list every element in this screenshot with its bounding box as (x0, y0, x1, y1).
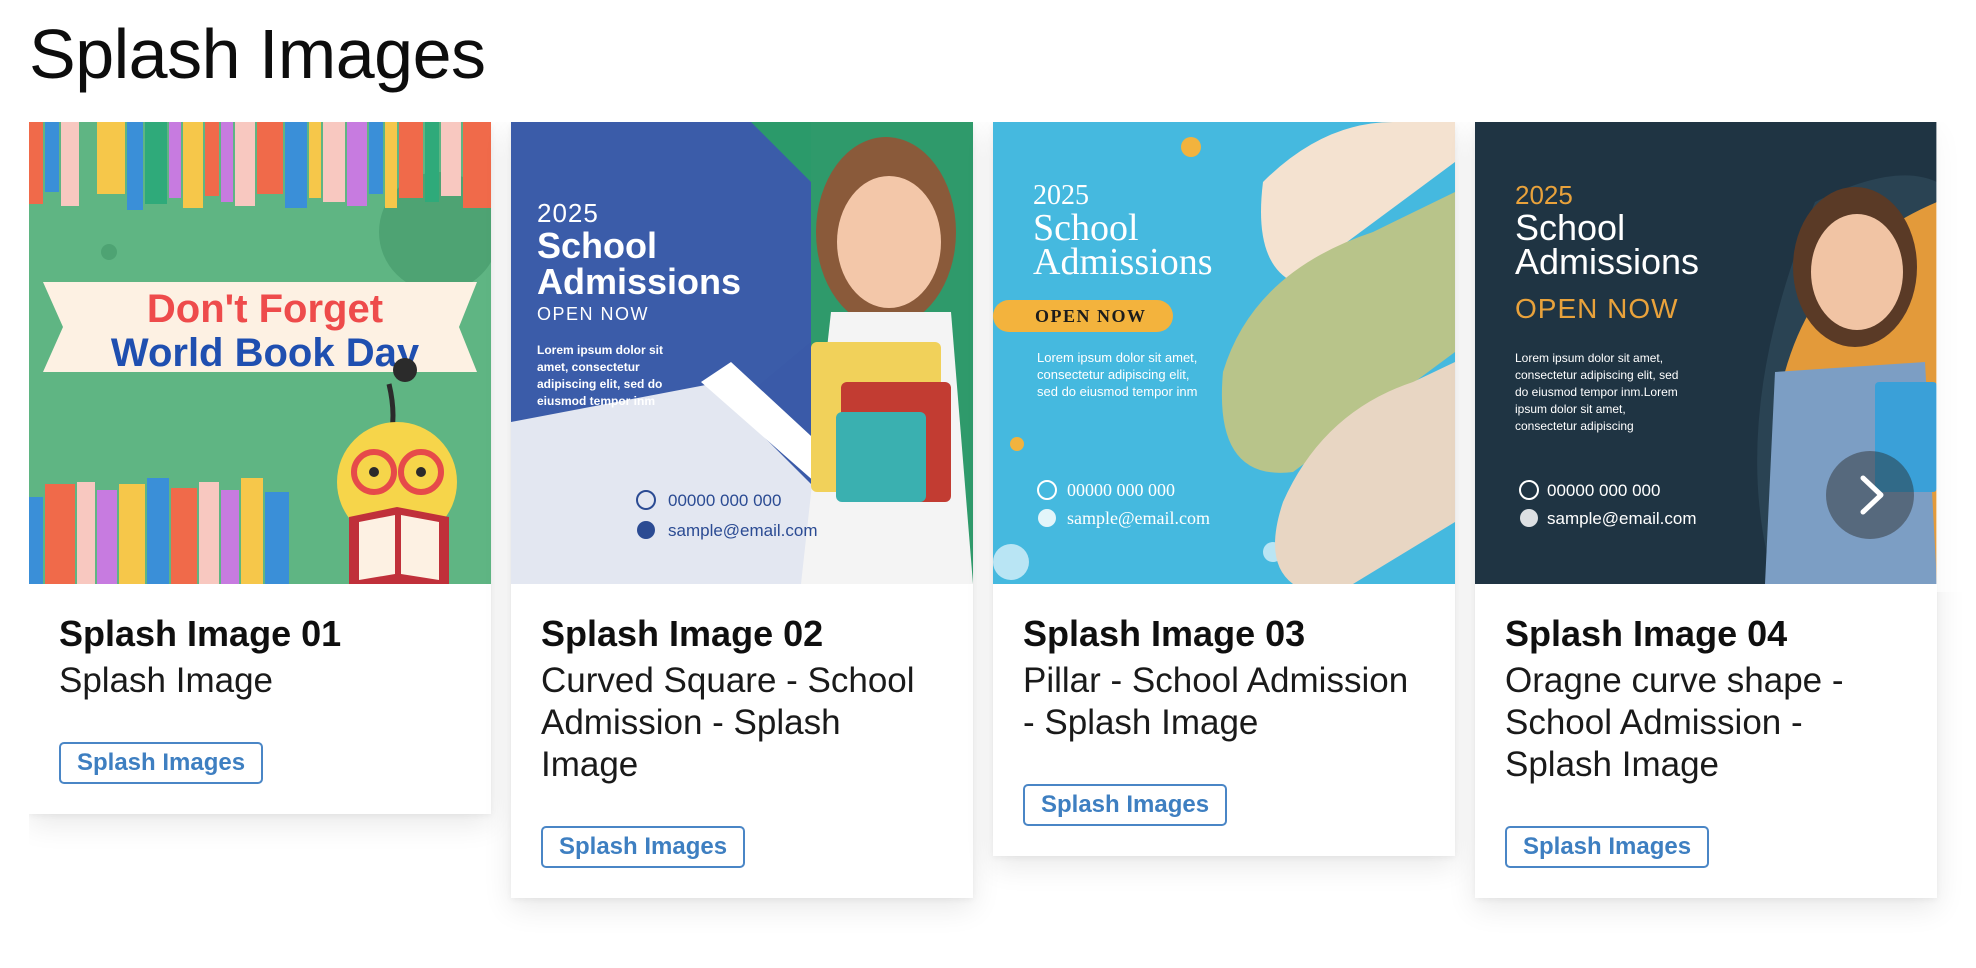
art-body-line: sed do eiusmod tempor inm (1037, 384, 1197, 399)
card-title[interactable]: Splash Image 03 (1023, 612, 1425, 656)
card-subtitle: Curved Square - School Admission - Splas… (541, 661, 915, 784)
splash-thumbnail[interactable]: 2025 School Admissions OPEN NOW Lorem ip… (993, 122, 1455, 584)
art-open-now: OPEN NOW (1515, 293, 1679, 324)
art-open-now: OPEN NOW (1035, 306, 1147, 326)
art-body-line: Lorem ipsum dolor sit (537, 343, 663, 357)
school-admission-pillar-artwork: 2025 School Admissions OPEN NOW Lorem ip… (993, 122, 1455, 584)
art-open-now: OPEN NOW (537, 304, 649, 324)
card-title[interactable]: Splash Image 02 (541, 612, 943, 656)
art-heading-2: Admissions (537, 261, 741, 302)
carousel-edge-fade (1936, 122, 1976, 592)
card-body: Splash Image 03 Pillar - School Admissio… (993, 584, 1455, 856)
carousel-next-button[interactable] (1826, 451, 1914, 539)
chevron-right-icon (1860, 475, 1884, 515)
art-email: sample@email.com (1547, 509, 1697, 528)
world-book-day-artwork: Don't Forget World Book Day (29, 122, 491, 584)
category-tag[interactable]: Splash Images (1023, 784, 1228, 826)
art-year: 2025 (1515, 180, 1573, 210)
art-body-line: consectetur adipiscing elit, (1037, 367, 1189, 382)
art-line-2: World Book Day (111, 331, 420, 375)
page-title: Splash Images (29, 15, 486, 93)
art-body-line: adipiscing elit, sed do (537, 377, 662, 391)
art-year: 2025 (537, 198, 599, 228)
splash-thumbnail[interactable]: 2025 School Admissions OPEN NOW Lorem ip… (511, 122, 973, 584)
art-heading-2: Admissions (1515, 241, 1699, 282)
art-heading-1: School (537, 225, 657, 266)
art-body-line: ipsum dolor sit amet, (1515, 402, 1626, 416)
splash-card[interactable]: 2025 School Admissions OPEN NOW Lorem ip… (511, 122, 973, 898)
card-title[interactable]: Splash Image 04 (1505, 612, 1907, 656)
category-tag[interactable]: Splash Images (59, 742, 264, 784)
art-line-1: Don't Forget (147, 287, 383, 331)
art-heading-2: Admissions (1033, 241, 1212, 283)
card-body: Splash Image 04 Oragne curve shape - Sch… (1475, 584, 1937, 898)
card-body: Splash Image 01 Splash Image Splash Imag… (29, 584, 491, 814)
art-body-line: do eiusmod tempor inm.Lorem (1515, 385, 1678, 399)
art-phone: 00000 000 000 (1067, 480, 1175, 500)
art-body-line: consectetur adipiscing elit, sed (1515, 368, 1678, 382)
art-body-line: consectetur adipiscing (1515, 419, 1634, 433)
art-body-line: Lorem ipsum dolor sit amet, (1515, 351, 1663, 365)
art-body-line: eiusmod tempor inm (537, 394, 655, 408)
card-subtitle: Oragne curve shape - School Admission - … (1505, 661, 1844, 784)
art-phone: 00000 000 000 (1547, 481, 1660, 500)
card-subtitle: Pillar - School Admission - Splash Image (1023, 661, 1409, 742)
splash-carousel: Don't Forget World Book Day Splash Image… (29, 122, 1976, 968)
art-body-line: Lorem ipsum dolor sit amet, (1037, 350, 1197, 365)
art-email: sample@email.com (1067, 508, 1210, 528)
school-admission-curved-square-artwork: 2025 School Admissions OPEN NOW Lorem ip… (511, 122, 973, 584)
card-title[interactable]: Splash Image 01 (59, 612, 461, 656)
card-subtitle: Splash Image (59, 661, 274, 700)
card-body: Splash Image 02 Curved Square - School A… (511, 584, 973, 898)
splash-card[interactable]: 2025 School Admissions OPEN NOW Lorem ip… (993, 122, 1455, 856)
splash-thumbnail[interactable]: Don't Forget World Book Day (29, 122, 491, 584)
art-email: sample@email.com (668, 521, 818, 540)
category-tag[interactable]: Splash Images (541, 826, 746, 868)
art-phone: 00000 000 000 (668, 491, 781, 510)
category-tag[interactable]: Splash Images (1505, 826, 1710, 868)
splash-card[interactable]: Don't Forget World Book Day Splash Image… (29, 122, 491, 814)
art-body-line: amet, consectetur (537, 360, 640, 374)
